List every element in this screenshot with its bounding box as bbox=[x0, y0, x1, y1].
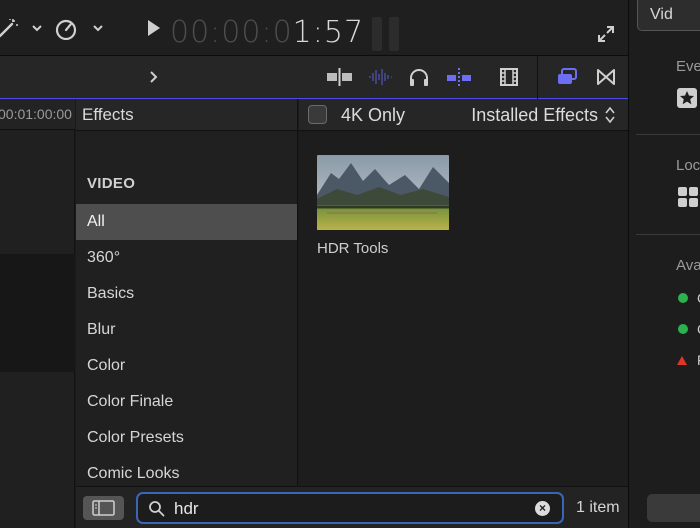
toolbar-divider bbox=[537, 56, 538, 99]
effect-thumbnail-hdr-tools[interactable] bbox=[317, 155, 449, 230]
search-input[interactable] bbox=[174, 498, 514, 520]
category-all[interactable]: All bbox=[76, 204, 297, 240]
clip-appearance-icon[interactable] bbox=[326, 67, 354, 93]
category-360[interactable]: 360° bbox=[76, 240, 297, 276]
chevron-up-down-icon[interactable] bbox=[605, 105, 615, 125]
category-color-finale[interactable]: Color Finale bbox=[76, 384, 297, 420]
4k-only-checkbox[interactable] bbox=[308, 105, 327, 124]
effects-category-sidebar: Effects VIDEO All 360° Basics Blur Color… bbox=[76, 99, 298, 486]
snapping-icon[interactable] bbox=[445, 67, 473, 95]
audio-meter-right bbox=[389, 17, 399, 51]
retime-speed-icon[interactable] bbox=[54, 18, 78, 46]
timeline-preview-strip: 00:01:00:00 bbox=[0, 99, 75, 528]
play-icon[interactable] bbox=[147, 19, 161, 43]
inspector-divider bbox=[636, 134, 700, 135]
timecode-lit-digits: 1:57 bbox=[292, 15, 365, 50]
inspector-bottom-button[interactable] bbox=[647, 494, 700, 522]
inspector-panel: Vid Eve Loc Ava C C F bbox=[628, 0, 700, 528]
search-field[interactable]: × bbox=[136, 492, 564, 524]
chevron-right-icon[interactable] bbox=[148, 67, 160, 93]
effect-label-hdr-tools: HDR Tools bbox=[317, 240, 389, 257]
grid-icon[interactable] bbox=[677, 186, 699, 213]
timecode-dim-digits: 00:00:0 bbox=[170, 15, 293, 50]
clear-search-icon[interactable]: × bbox=[535, 501, 550, 516]
sidebar-toggle-button[interactable] bbox=[83, 496, 124, 520]
effects-bottom-bar: × 1 item bbox=[76, 486, 628, 528]
timeline-lanes[interactable] bbox=[0, 254, 75, 372]
status-warning-indicator bbox=[677, 356, 687, 365]
category-color[interactable]: Color bbox=[76, 348, 297, 384]
transitions-browser-icon[interactable] bbox=[596, 67, 616, 93]
fullscreen-icon[interactable] bbox=[596, 24, 616, 50]
category-comic-looks[interactable]: Comic Looks bbox=[76, 456, 297, 486]
installed-effects-dropdown[interactable]: Installed Effects bbox=[471, 99, 598, 131]
event-section-label: Eve bbox=[676, 58, 700, 75]
chevron-down-icon[interactable] bbox=[92, 18, 104, 44]
browser-layout-icon[interactable] bbox=[556, 67, 578, 93]
transport-bar: 00:00:01:57 bbox=[0, 0, 628, 56]
magic-wand-icon[interactable] bbox=[0, 18, 18, 46]
inspector-divider bbox=[636, 234, 700, 235]
headphones-icon[interactable] bbox=[408, 67, 430, 93]
audio-meter-left bbox=[372, 17, 382, 51]
result-count: 1 item bbox=[576, 499, 620, 516]
category-basics[interactable]: Basics bbox=[76, 276, 297, 312]
search-icon bbox=[148, 500, 165, 522]
status-ok-indicator bbox=[678, 324, 688, 334]
available-section-label: Ava bbox=[676, 257, 700, 274]
effects-grid: HDR Tools bbox=[299, 132, 628, 486]
film-strip-icon[interactable] bbox=[499, 67, 519, 93]
star-icon[interactable] bbox=[677, 88, 697, 113]
effects-title: Effects bbox=[76, 99, 297, 131]
status-ok-indicator bbox=[678, 293, 688, 303]
timeline-toolbar bbox=[0, 56, 628, 99]
inspector-tab-video[interactable]: Vid bbox=[637, 0, 700, 31]
4k-only-label: 4K Only bbox=[341, 105, 406, 125]
chevron-down-icon[interactable] bbox=[31, 18, 43, 44]
timeline-ruler: 00:01:00:00 bbox=[0, 99, 75, 130]
category-color-presets[interactable]: Color Presets bbox=[76, 420, 297, 456]
video-section-heading: VIDEO bbox=[87, 175, 136, 192]
location-section-label: Loc bbox=[676, 157, 700, 174]
audio-waveform-icon[interactable] bbox=[367, 67, 393, 93]
timecode-display: 00:00:01:57 bbox=[170, 17, 364, 49]
category-blur[interactable]: Blur bbox=[76, 312, 297, 348]
effects-filter-header: 4K Only Installed Effects bbox=[299, 99, 628, 131]
